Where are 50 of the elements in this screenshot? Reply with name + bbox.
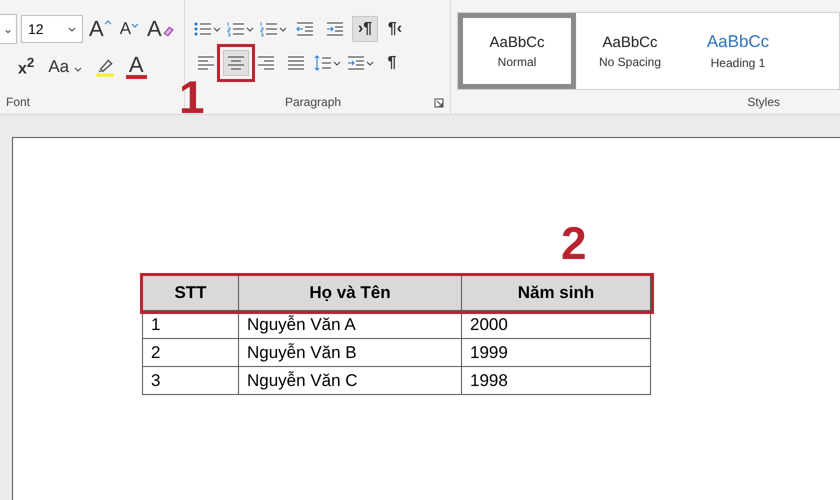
table-cell: Nguyễn Văn B <box>238 338 462 366</box>
dialog-launcher-icon[interactable] <box>434 98 444 108</box>
numbered-list-icon <box>227 21 245 37</box>
font-color-button[interactable]: A <box>126 55 147 79</box>
pilcrow-button[interactable]: ¶ <box>379 50 405 76</box>
eraser-icon <box>162 26 174 36</box>
table-cell: Nguyễn Văn C <box>238 366 462 394</box>
grow-font-button[interactable]: A <box>87 16 114 42</box>
group-label: Paragraph <box>285 95 342 109</box>
superscript-button[interactable]: x$^{2}$ <box>16 55 36 79</box>
group-label: Styles <box>747 95 780 109</box>
group-label: Font <box>6 95 30 109</box>
increase-indent-icon <box>326 21 344 37</box>
caret-icon <box>246 26 254 32</box>
caret-down-icon <box>131 23 140 28</box>
font-size-field[interactable]: 12 <box>21 15 83 43</box>
annotation-number: 2 <box>561 220 587 266</box>
style-item[interactable]: AaBbCc Heading 1 <box>684 13 792 89</box>
table-cell: 1999 <box>462 338 650 366</box>
rtl-button[interactable]: ¶‹ <box>382 16 408 42</box>
style-item[interactable]: AaBbCc No Spacing <box>576 13 684 89</box>
caret-icon <box>366 60 374 66</box>
justify-icon <box>287 55 305 71</box>
multilevel-list-icon <box>260 21 278 37</box>
column-header: Năm sinh <box>462 276 650 310</box>
table-cell: 2 <box>142 338 238 366</box>
column-header: Họ và Tên <box>238 276 462 310</box>
style-item[interactable]: AaBbCc Normal <box>458 13 576 89</box>
align-center-icon <box>227 55 245 71</box>
caret-icon <box>213 26 221 32</box>
change-case-button[interactable]: Aa <box>46 57 84 77</box>
clear-formatting-button[interactable]: A <box>145 16 176 42</box>
table-cell: 1998 <box>462 366 650 394</box>
caret-up-icon <box>104 20 112 25</box>
shrink-font-button[interactable]: A <box>118 19 142 39</box>
annotation-number: 1 <box>179 74 205 120</box>
caret-icon <box>68 26 76 32</box>
caret-icon <box>74 67 82 72</box>
align-left-icon <box>197 55 215 71</box>
indent-icon <box>347 55 365 71</box>
decrease-indent-icon <box>296 21 314 37</box>
align-right-icon <box>257 55 275 71</box>
caret-icon <box>333 60 341 66</box>
ltr-button[interactable]: ›¶ <box>352 16 378 42</box>
caret-icon <box>279 26 287 32</box>
bulleted-list-icon <box>194 21 212 37</box>
line-spacing-icon <box>314 55 332 71</box>
column-header: STT <box>142 276 238 310</box>
table-cell: 3 <box>142 366 238 394</box>
font-name-dropdown[interactable]: ⌄ <box>0 14 17 44</box>
